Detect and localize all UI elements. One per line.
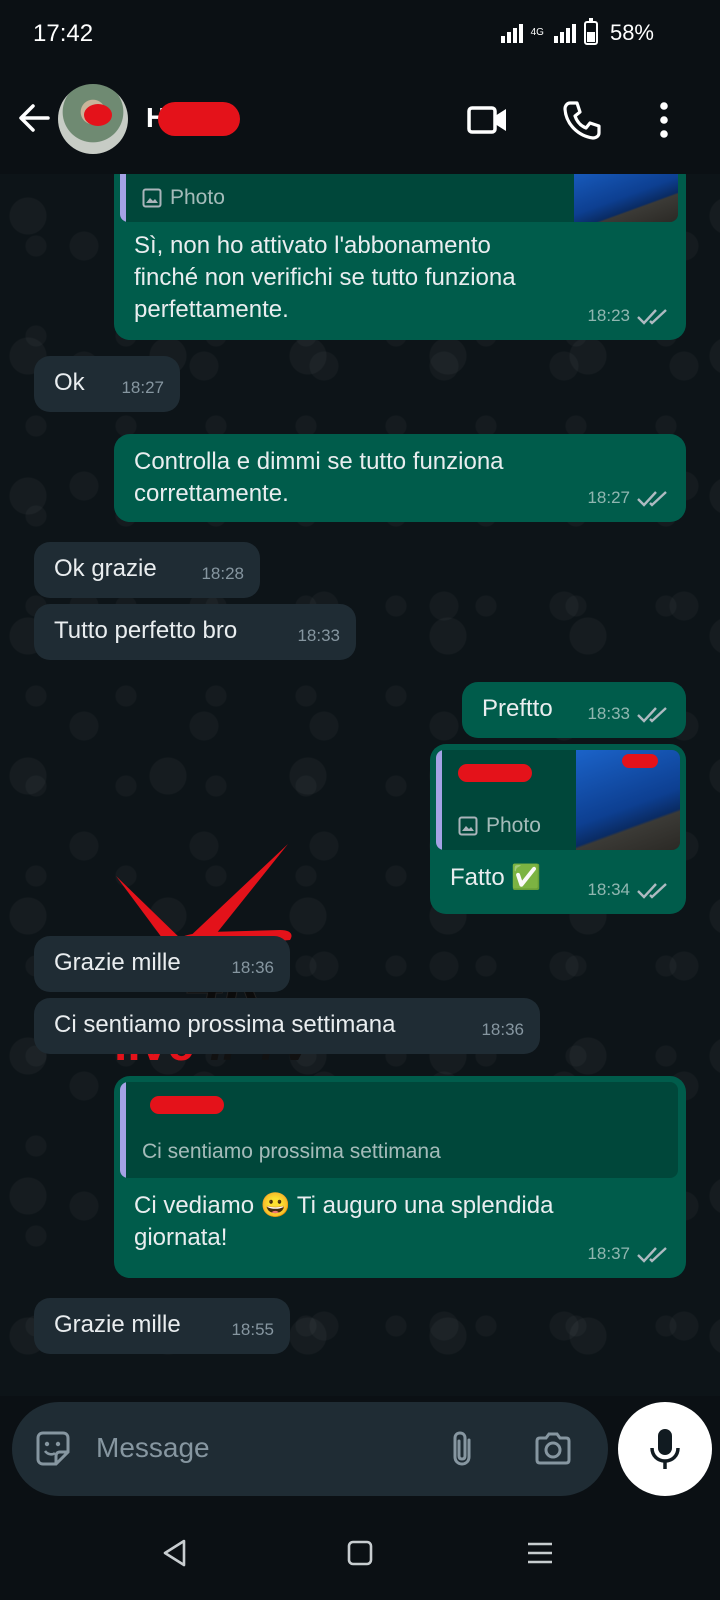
status-icons: 4G 58% xyxy=(500,18,654,46)
message-time: 18:34 xyxy=(587,880,630,899)
double-check-icon xyxy=(637,491,667,507)
chat-area[interactable]: 4k live IPTV Photo Sì, non ho attivato l… xyxy=(0,174,720,1396)
chat-header: Hak xyxy=(0,66,720,174)
photo-thumbnail[interactable] xyxy=(574,174,678,222)
message-bubble[interactable]: Tutto perfetto bro 18:33 xyxy=(34,604,356,660)
name-redaction xyxy=(150,1096,224,1114)
sticker-icon[interactable] xyxy=(32,1428,74,1470)
message-text: Tutto perfetto bro xyxy=(54,617,238,644)
message-time: 18:37 xyxy=(587,1244,630,1263)
network-type: 4G xyxy=(530,27,544,38)
quote-label: Photo xyxy=(486,814,541,837)
message-input-bar[interactable]: Message xyxy=(12,1402,608,1496)
message-text: Sì, non ho attivato l'abbonamento finché… xyxy=(134,232,516,323)
photo-icon xyxy=(142,188,162,208)
message-text: Ok xyxy=(54,369,85,396)
message-time: 18:23 xyxy=(587,306,630,325)
back-arrow-icon[interactable] xyxy=(16,100,52,136)
message-time: 18:28 xyxy=(201,564,244,583)
message-bubble[interactable]: Ok 18:27 xyxy=(34,356,180,412)
message-text: Grazie mille xyxy=(54,1311,181,1338)
photo-icon xyxy=(458,816,478,836)
nav-back-icon[interactable] xyxy=(158,1536,192,1570)
contact-avatar[interactable] xyxy=(58,84,128,154)
message-time: 18:33 xyxy=(297,626,340,645)
message-text: Grazie mille xyxy=(54,949,181,976)
name-redaction xyxy=(158,102,240,136)
message-time: 18:27 xyxy=(587,488,630,507)
voice-call-icon[interactable] xyxy=(560,98,604,142)
battery-percent: 58% xyxy=(609,20,654,45)
status-bar: 17:42 4G 58% xyxy=(0,0,720,66)
double-check-icon xyxy=(637,1247,667,1263)
attach-icon[interactable] xyxy=(442,1428,484,1470)
message-bubble[interactable]: Ci sentiamo prossima settimana 18:36 xyxy=(34,998,540,1054)
message-text: Preftto xyxy=(482,695,553,722)
message-bubble[interactable]: Grazie mille 18:55 xyxy=(34,1298,290,1354)
microphone-icon xyxy=(650,1429,680,1469)
message-bubble[interactable]: Ci sentiamo prossima settimana Ci vediam… xyxy=(114,1076,686,1278)
signal-icon-2 xyxy=(553,23,576,43)
quote-label: Photo xyxy=(170,186,225,209)
message-text: Ci vediamo 😀 Ti auguro una splendida gio… xyxy=(134,1192,554,1251)
name-redaction xyxy=(458,764,532,782)
video-call-icon[interactable] xyxy=(466,98,510,142)
message-time: 18:27 xyxy=(121,378,164,397)
message-bubble[interactable]: Ok grazie 18:28 xyxy=(34,542,260,598)
quoted-message[interactable]: Ci sentiamo prossima settimana xyxy=(120,1082,678,1178)
message-bubble[interactable]: Photo Fatto ✅ 18:34 xyxy=(430,744,686,914)
message-time: 18:36 xyxy=(481,1020,524,1039)
status-time: 17:42 xyxy=(33,20,94,47)
battery-icon xyxy=(583,18,598,45)
double-check-icon xyxy=(637,309,667,325)
message-text: Ci sentiamo prossima settimana xyxy=(54,1011,396,1038)
camera-icon[interactable] xyxy=(532,1428,574,1470)
system-nav-bar xyxy=(0,1506,720,1600)
message-time: 18:55 xyxy=(231,1320,274,1339)
double-check-icon xyxy=(637,707,667,723)
message-bubble[interactable]: Photo Sì, non ho attivato l'abbonamento … xyxy=(114,174,686,340)
message-text: Controlla e dimmi se tutto funziona corr… xyxy=(134,448,504,507)
nav-recents-icon[interactable] xyxy=(523,1536,557,1570)
quote-text: Ci sentiamo prossima settimana xyxy=(142,1140,441,1163)
more-options-icon[interactable] xyxy=(642,98,686,142)
double-check-icon xyxy=(637,883,667,899)
quoted-photo[interactable]: Photo xyxy=(436,750,680,850)
message-time: 18:33 xyxy=(587,704,630,723)
nav-home-icon[interactable] xyxy=(343,1536,377,1570)
message-bubble[interactable]: Preftto 18:33 xyxy=(462,682,686,738)
signal-icon xyxy=(500,23,523,43)
message-input[interactable]: Message xyxy=(96,1432,210,1464)
message-bubble[interactable]: Grazie mille 18:36 xyxy=(34,936,290,992)
message-bubble[interactable]: Controlla e dimmi se tutto funziona corr… xyxy=(114,434,686,522)
voice-message-button[interactable] xyxy=(618,1402,712,1496)
message-text: Fatto ✅ xyxy=(450,864,542,891)
quoted-photo[interactable]: Photo xyxy=(120,174,678,222)
message-time: 18:36 xyxy=(231,958,274,977)
message-text: Ok grazie xyxy=(54,555,157,582)
